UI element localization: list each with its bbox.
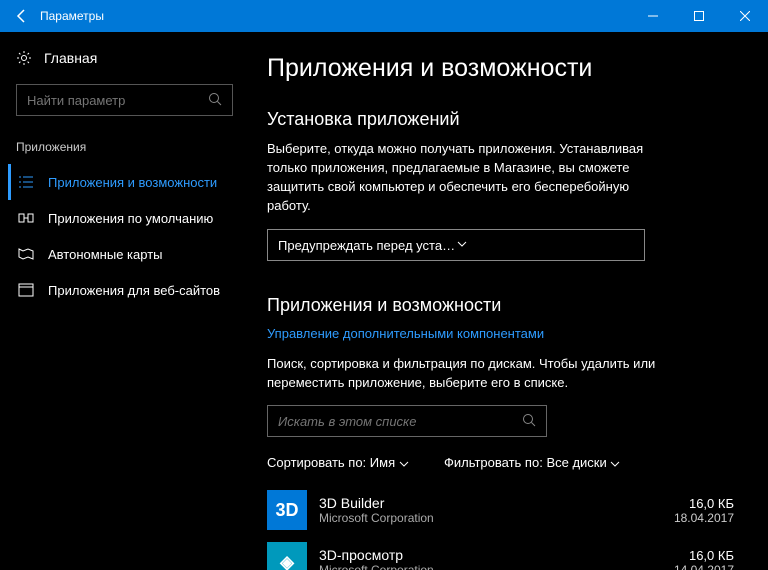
app-icon: ◈ [267, 542, 307, 570]
sidebar-item-offline-maps[interactable]: Автономные карты [16, 236, 233, 272]
app-row[interactable]: 3D 3D Builder Microsoft Corporation 16,0… [267, 484, 742, 536]
app-date: 18.04.2017 [674, 511, 734, 525]
apps-features-heading: Приложения и возможности [267, 295, 742, 316]
sidebar-item-web-apps[interactable]: Приложения для веб-сайтов [16, 272, 233, 308]
home-label: Главная [44, 50, 97, 66]
settings-search[interactable] [16, 84, 233, 116]
list-filters: Сортировать по: Имя Фильтровать по: Все … [267, 455, 742, 470]
install-apps-heading: Установка приложений [267, 109, 742, 130]
app-publisher: Microsoft Corporation [319, 511, 434, 525]
sidebar: Главная Приложения Приложения и возможно… [0, 32, 245, 570]
chevron-down-icon [456, 238, 634, 253]
app-row[interactable]: ◈ 3D-просмотр Microsoft Corporation 16,0… [267, 536, 742, 570]
dropdown-value: Предупреждать перед установкой приложени… [278, 238, 456, 253]
map-icon [18, 246, 34, 262]
sidebar-item-label: Приложения и возможности [48, 175, 217, 190]
manage-optional-features-link[interactable]: Управление дополнительными компонентами [267, 326, 742, 341]
close-button[interactable] [722, 0, 768, 32]
app-date: 14.04.2017 [674, 563, 734, 570]
sidebar-item-label: Автономные карты [48, 247, 163, 262]
app-size: 16,0 КБ [674, 496, 734, 511]
window-title: Параметры [40, 9, 104, 23]
home-link[interactable]: Главная [16, 50, 233, 66]
sort-label: Сортировать по: [267, 455, 370, 470]
app-publisher: Microsoft Corporation [319, 563, 434, 570]
sort-dropdown[interactable]: Имя [370, 455, 409, 470]
gear-icon [16, 50, 32, 66]
maximize-button[interactable] [676, 0, 722, 32]
install-source-dropdown[interactable]: Предупреждать перед установкой приложени… [267, 229, 645, 261]
filter-label: Фильтровать по: [444, 455, 546, 470]
list-icon [18, 174, 34, 190]
titlebar: Параметры [0, 0, 768, 32]
app-list: 3D 3D Builder Microsoft Corporation 16,0… [267, 484, 742, 570]
app-name: 3D Builder [319, 495, 434, 511]
search-icon [208, 92, 222, 109]
website-apps-icon [18, 282, 34, 298]
search-icon [522, 413, 536, 430]
settings-search-input[interactable] [27, 93, 208, 108]
app-icon: 3D [267, 490, 307, 530]
app-list-search[interactable] [267, 405, 547, 437]
sidebar-item-apps-features[interactable]: Приложения и возможности [8, 164, 233, 200]
back-button[interactable] [8, 2, 36, 30]
defaults-icon [18, 210, 34, 226]
apps-description: Поиск, сортировка и фильтрация по дискам… [267, 355, 667, 393]
sidebar-item-default-apps[interactable]: Приложения по умолчанию [16, 200, 233, 236]
sidebar-item-label: Приложения по умолчанию [48, 211, 213, 226]
sidebar-item-label: Приложения для веб-сайтов [48, 283, 220, 298]
sidebar-section-label: Приложения [16, 140, 233, 154]
content-area: Приложения и возможности Установка прило… [245, 32, 768, 570]
page-title: Приложения и возможности [267, 54, 742, 83]
app-size: 16,0 КБ [674, 548, 734, 563]
filter-dropdown[interactable]: Все диски [546, 455, 620, 470]
app-list-search-input[interactable] [278, 414, 522, 429]
install-apps-description: Выберите, откуда можно получать приложен… [267, 140, 667, 215]
app-name: 3D-просмотр [319, 547, 434, 563]
window-controls [630, 0, 768, 32]
minimize-button[interactable] [630, 0, 676, 32]
